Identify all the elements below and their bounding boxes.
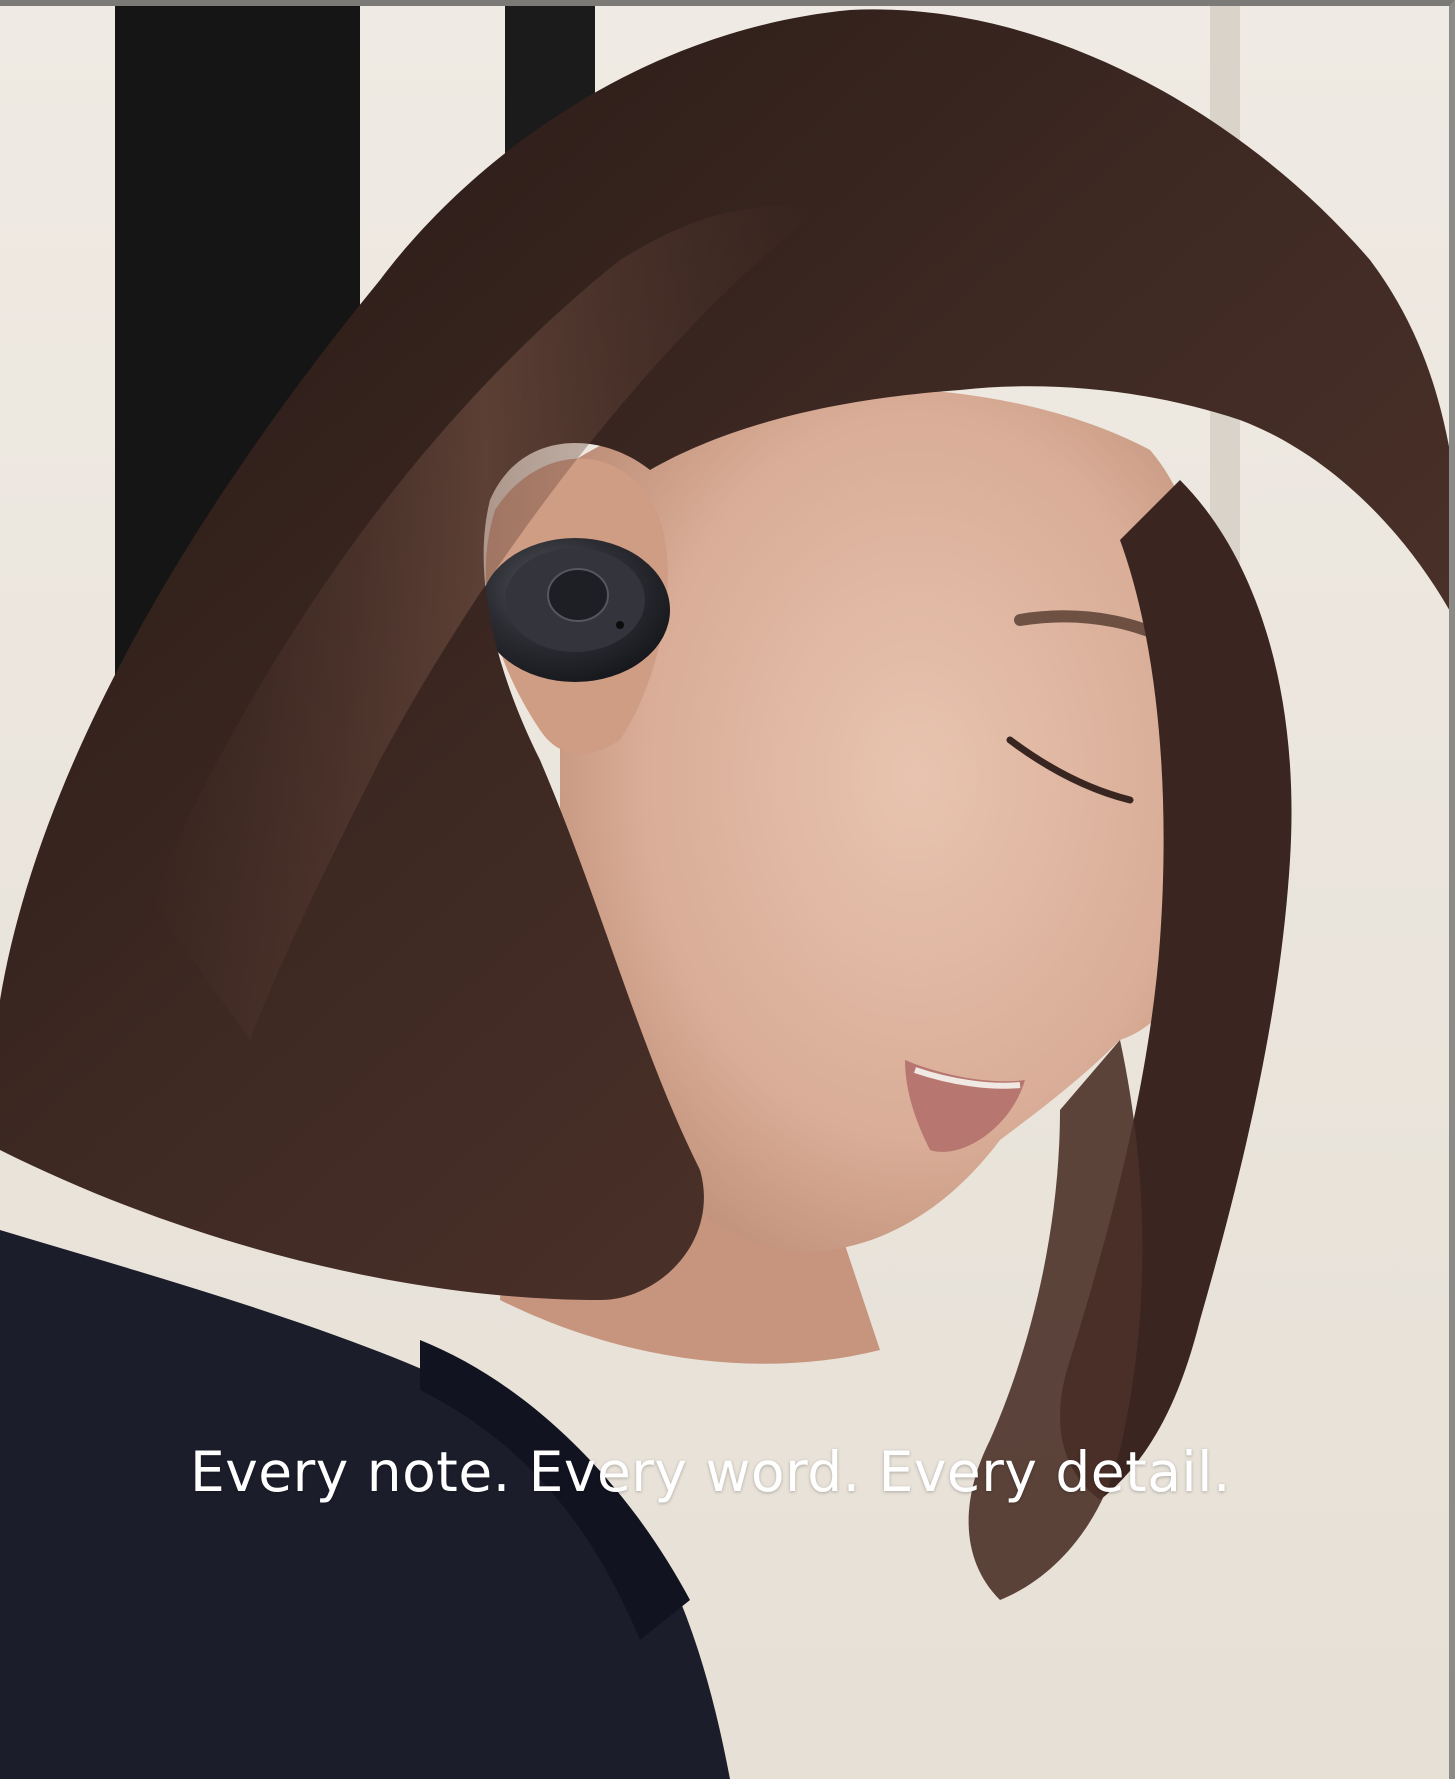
photo-scene: [0, 0, 1455, 1779]
earbud: [480, 538, 670, 682]
photo-page: Every note. Every word. Every detail.: [0, 0, 1455, 1779]
tagline: Every note. Every word. Every detail.: [190, 1440, 1231, 1504]
